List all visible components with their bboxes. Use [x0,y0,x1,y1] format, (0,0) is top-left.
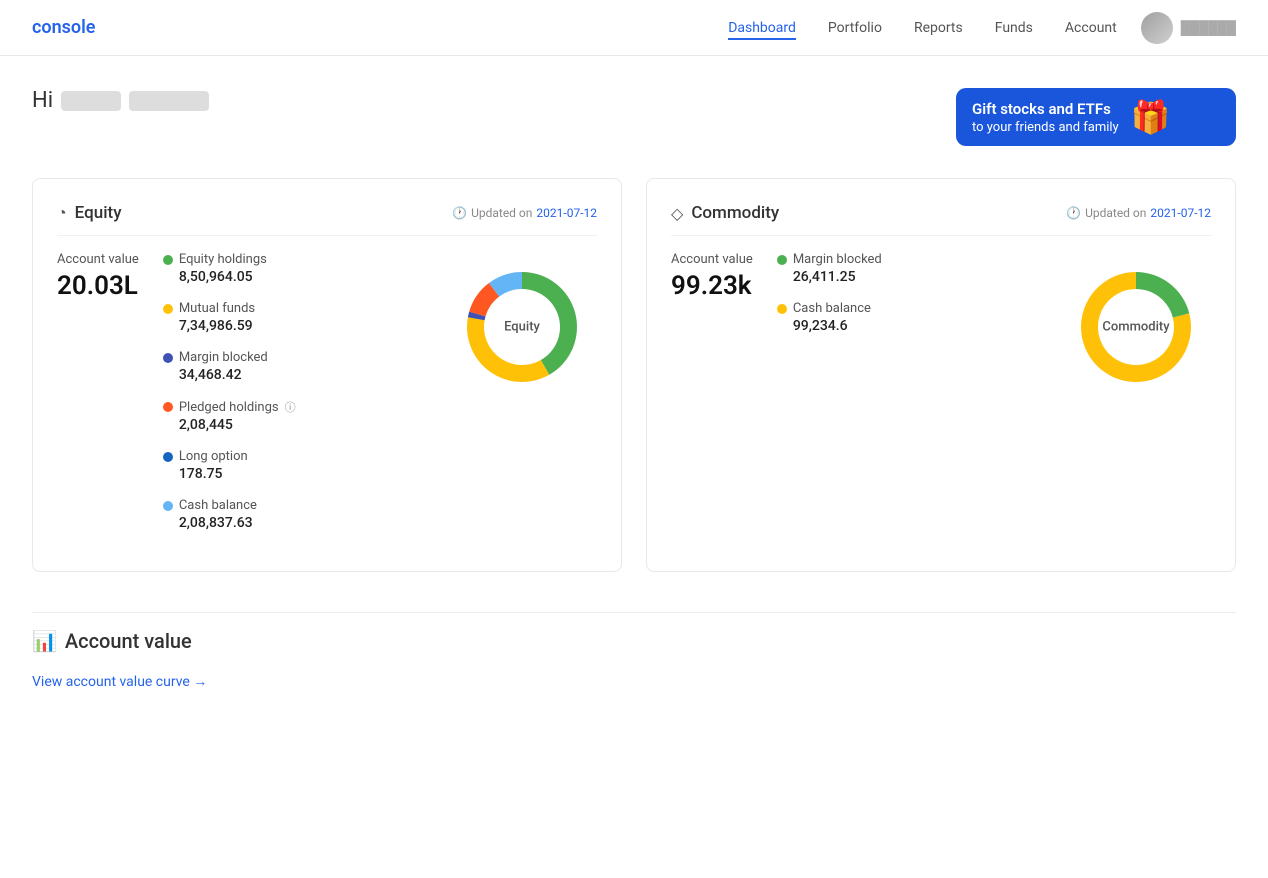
equity-donut: Equity [447,252,597,402]
legend-value-margin-blocked: 26,411.25 [777,269,1037,285]
legend-value-equity-holdings: 8,50,964.05 [163,269,423,285]
view-account-curve-link[interactable]: View account value curve → [32,673,207,690]
equity-title: ◔ Equity [57,203,122,223]
legend-value-mutual-funds: 7,34,986.59 [163,318,423,334]
commodity-legend: Margin blocked 26,411.25 Cash balance 99,23… [777,252,1037,350]
bar-chart-icon: 📊 [32,629,57,653]
legend-dot-mutual-funds [163,304,173,314]
commodity-donut: Commodity [1061,252,1211,402]
legend-item-mutual-funds: Mutual funds 7,34,986.59 [163,301,423,334]
legend-dot-equity-holdings [163,255,173,265]
equity-chart: Equity [447,252,597,402]
navbar: console Dashboard Portfolio Reports Fund… [0,0,1268,56]
legend-item-margin-blocked: Margin blocked 26,411.25 [777,252,1037,285]
brand-logo[interactable]: console [32,17,95,38]
legend-dot-cash-balance [777,304,787,314]
equity-body: Account value 20.03L Equity holdings 8,50… [57,252,597,547]
equity-legend: Equity holdings 8,50,964.05 Mutual funds 7,… [163,252,423,547]
greeting-name-2 [129,91,209,111]
legend-dot-cash-balance [163,501,173,511]
legend-label-equity-holdings: Equity holdings [179,252,267,267]
legend-label-pledged-holdings: Pledged holdings [179,400,279,415]
account-value-section: 📊 Account value View account value curve… [32,629,1236,690]
username-display: ██████ [1181,20,1236,36]
legend-value-pledged-holdings: 2,08,445 [163,417,423,433]
commodity-av-value: 99.23k [671,271,753,301]
commodity-update: 🕐 Updated on 2021-07-12 [1066,206,1211,220]
legend-value-cash-balance: 2,08,837.63 [163,515,423,531]
commodity-left: Account value 99.23k [671,252,753,301]
gift-icon: 🎁 [1131,98,1171,136]
legend-label-long-option: Long option [179,449,248,464]
commodity-title: ◇ Commodity [671,203,779,223]
nav-reports[interactable]: Reports [914,16,963,40]
legend-label-mutual-funds: Mutual funds [179,301,255,316]
avatar[interactable] [1141,12,1173,44]
legend-dot-margin-blocked [777,255,787,265]
equity-av-label: Account value [57,252,139,267]
commodity-chart: Commodity [1061,252,1211,402]
clock-icon-2: 🕐 [1066,206,1081,220]
greeting-hi: Hi [32,88,53,113]
sections-grid: ◔ Equity 🕐 Updated on 2021-07-12 Account… [32,178,1236,596]
equity-updated-date[interactable]: 2021-07-12 [536,206,597,220]
commodity-updated-date[interactable]: 2021-07-12 [1150,206,1211,220]
nav-links: Dashboard Portfolio Reports Funds Accoun… [728,16,1117,40]
equity-left: Account value 20.03L [57,252,139,301]
banner-text-block: Gift stocks and ETFs to your friends and… [972,99,1119,135]
info-icon-pledged-holdings[interactable]: ⓘ [285,399,296,415]
clock-icon: 🕐 [452,206,467,220]
legend-item-equity-holdings: Equity holdings 8,50,964.05 [163,252,423,285]
equity-header: ◔ Equity 🕐 Updated on 2021-07-12 [57,203,597,236]
legend-value-margin-blocked: 34,468.42 [163,367,423,383]
commodity-icon: ◇ [671,204,683,223]
legend-value-long-option: 178.75 [163,466,423,482]
greeting-name-1 [61,91,121,111]
av-section-title: 📊 Account value [32,629,1236,653]
commodity-updated-label: Updated on [1085,206,1146,220]
section-divider [32,612,1236,613]
legend-label-cash-balance: Cash balance [179,498,257,513]
equity-title-text: Equity [75,203,122,223]
greeting: Hi [32,88,209,113]
nav-account[interactable]: Account [1065,16,1117,40]
commodity-donut-label: Commodity [1102,320,1169,335]
equity-donut-label: Equity [504,320,540,335]
equity-updated-label: Updated on [471,206,532,220]
legend-label-margin-blocked: Margin blocked [179,350,268,365]
top-row: Hi Gift stocks and ETFs to your friends … [32,88,1236,146]
legend-dot-margin-blocked [163,353,173,363]
banner-headline: Gift stocks and ETFs [972,99,1119,120]
av-title-text: Account value [65,629,192,653]
nav-portfolio[interactable]: Portfolio [828,16,882,40]
legend-item-cash-balance: Cash balance 2,08,837.63 [163,498,423,531]
commodity-title-text: Commodity [691,203,779,223]
main-content: Hi Gift stocks and ETFs to your friends … [0,56,1268,690]
legend-item-margin-blocked: Margin blocked 34,468.42 [163,350,423,383]
user-area: ██████ [1141,12,1236,44]
equity-icon: ◔ [57,203,67,223]
commodity-header: ◇ Commodity 🕐 Updated on 2021-07-12 [671,203,1211,236]
nav-funds[interactable]: Funds [995,16,1033,40]
legend-item-pledged-holdings: Pledged holdings ⓘ 2,08,445 [163,399,423,433]
legend-item-cash-balance: Cash balance 99,234.6 [777,301,1037,334]
gift-banner[interactable]: Gift stocks and ETFs to your friends and… [956,88,1236,146]
legend-dot-pledged-holdings [163,402,173,412]
commodity-body: Account value 99.23k Margin blocked 26,41… [671,252,1211,402]
equity-av-value: 20.03L [57,271,139,301]
commodity-av-label: Account value [671,252,753,267]
equity-update: 🕐 Updated on 2021-07-12 [452,206,597,220]
legend-item-long-option: Long option 178.75 [163,449,423,482]
legend-value-cash-balance: 99,234.6 [777,318,1037,334]
nav-dashboard[interactable]: Dashboard [728,16,796,40]
legend-label-cash-balance: Cash balance [793,301,871,316]
legend-label-margin-blocked: Margin blocked [793,252,882,267]
equity-card: ◔ Equity 🕐 Updated on 2021-07-12 Account… [32,178,622,572]
legend-dot-long-option [163,452,173,462]
banner-subline: to your friends and family [972,120,1119,135]
commodity-card: ◇ Commodity 🕐 Updated on 2021-07-12 Acco… [646,178,1236,572]
